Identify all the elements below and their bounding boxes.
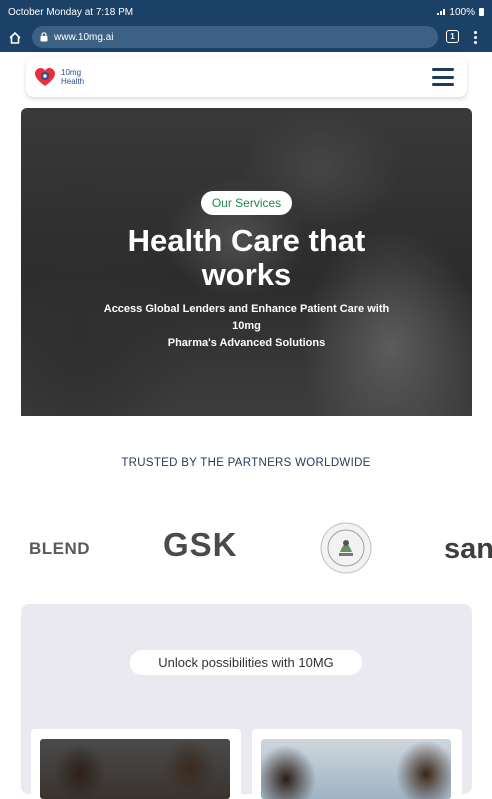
service-card[interactable]	[252, 729, 462, 799]
browser-toolbar: www.10mg.ai 1	[0, 24, 492, 52]
services-section: Unlock possibilities with 10MG	[21, 604, 472, 799]
service-card-image	[261, 739, 451, 799]
address-bar[interactable]: www.10mg.ai	[32, 26, 438, 48]
hero-title-line-1: Health Care that	[127, 223, 366, 258]
more-icon	[473, 30, 477, 34]
tab-switcher-button[interactable]: 1	[446, 30, 459, 43]
battery-icon	[479, 8, 484, 16]
service-card[interactable]	[31, 729, 241, 799]
logo-text: 10mg Health	[61, 68, 84, 86]
hero-title: Health Care that works	[21, 224, 472, 292]
hero-subtitle: Access Global Lenders and Enhance Patien…	[91, 301, 402, 352]
logo-mark-icon	[35, 68, 55, 86]
hero-banner: Our Services Health Care that works Acce…	[21, 108, 472, 416]
url-text: www.10mg.ai	[54, 31, 114, 43]
site-header: 10mg Health	[26, 57, 467, 97]
hero-subtitle-line-2: Pharma's Advanced Solutions	[167, 337, 326, 349]
partner-logo-blend: BLEND	[29, 539, 91, 558]
site-logo[interactable]: 10mg Health	[34, 67, 84, 87]
hamburger-icon	[432, 68, 454, 71]
hero-subtitle-line-1: Access Global Lenders and Enhance Patien…	[103, 303, 390, 332]
unlock-possibilities-pill: Unlock possibilities with 10MG	[130, 650, 362, 675]
logo-line-2: Health	[61, 77, 85, 86]
status-bar: October Monday at 7:18 PM 100%	[0, 0, 492, 24]
service-card-image	[40, 739, 230, 799]
logo-line-1: 10mg	[61, 68, 82, 77]
partner-logo-gsk: GSK	[163, 526, 238, 563]
partners-heading: TRUSTED BY THE PARTNERS WORLDWIDE	[121, 457, 371, 469]
battery-percent: 100%	[449, 6, 475, 18]
status-time: October Monday at 7:18 PM	[8, 6, 134, 18]
home-button[interactable]	[0, 24, 30, 52]
home-icon	[9, 32, 21, 44]
our-services-badge[interactable]: Our Services	[201, 191, 292, 215]
status-right: 100%	[437, 7, 484, 18]
partner-logo-sanofi: san	[444, 533, 492, 565]
lock-icon	[40, 32, 48, 42]
browser-menu-button[interactable]	[468, 27, 482, 47]
hero-title-line-2: works	[201, 257, 292, 292]
partner-logo-nafdac	[320, 522, 372, 574]
hamburger-menu-button[interactable]	[432, 68, 454, 86]
signal-icon	[437, 7, 447, 18]
